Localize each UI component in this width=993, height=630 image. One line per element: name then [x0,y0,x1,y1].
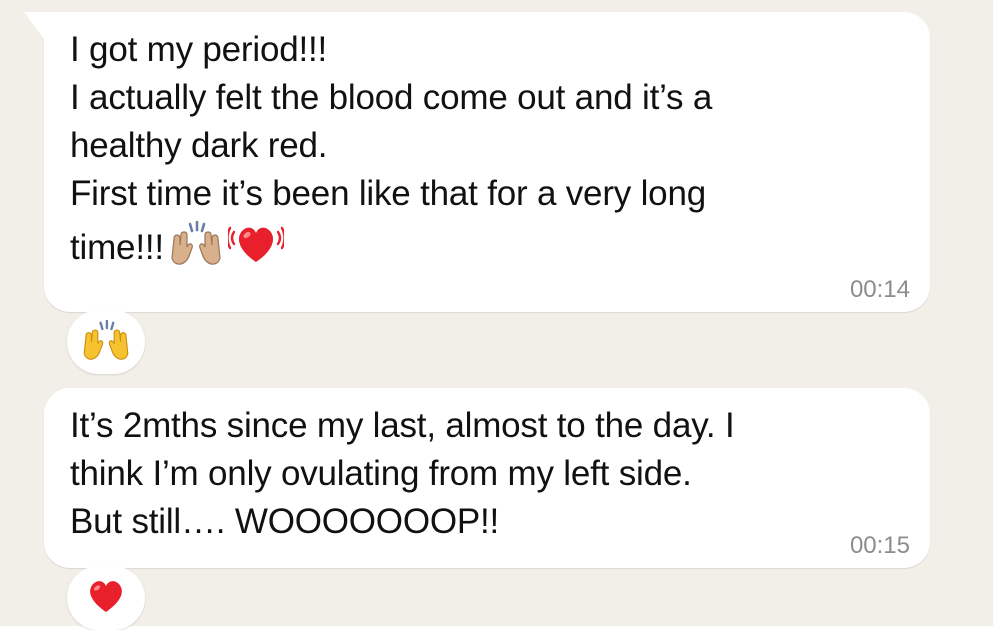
message-bubble-1[interactable]: I got my period!!! I actually felt the b… [24,12,930,312]
message-line: It’s 2mths since my last, almost to the … [70,406,735,445]
message-line: First time it’s been like that for a ver… [70,174,706,213]
message-text-2: It’s 2mths since my last, almost to the … [70,402,735,546]
message-line: time!!! [70,227,164,267]
reaction-badge-1[interactable] [67,310,145,374]
message-line: think I’m only ovulating from my left si… [70,454,692,493]
message-line: I actually felt the blood come out and i… [70,78,713,117]
message-text-1: I got my period!!! I actually felt the b… [70,26,712,281]
message-timestamp: 00:14 [849,276,910,303]
red-heart-icon [86,578,126,619]
raising-hands-medium-skin-icon [170,220,222,278]
message-line: I got my period!!! [70,30,328,69]
message-bubble-2[interactable]: It’s 2mths since my last, almost to the … [44,388,930,568]
reaction-badge-2[interactable] [67,566,145,630]
message-timestamp: 00:15 [849,532,910,559]
message-line: But still…. WOOOOOOOP!! [70,502,500,541]
message-line: healthy dark red. [70,126,328,165]
raising-hands-icon [82,319,130,365]
beating-heart-icon [226,218,286,281]
message-line-last: time!!! [70,218,712,281]
bubble-tail [24,12,46,42]
